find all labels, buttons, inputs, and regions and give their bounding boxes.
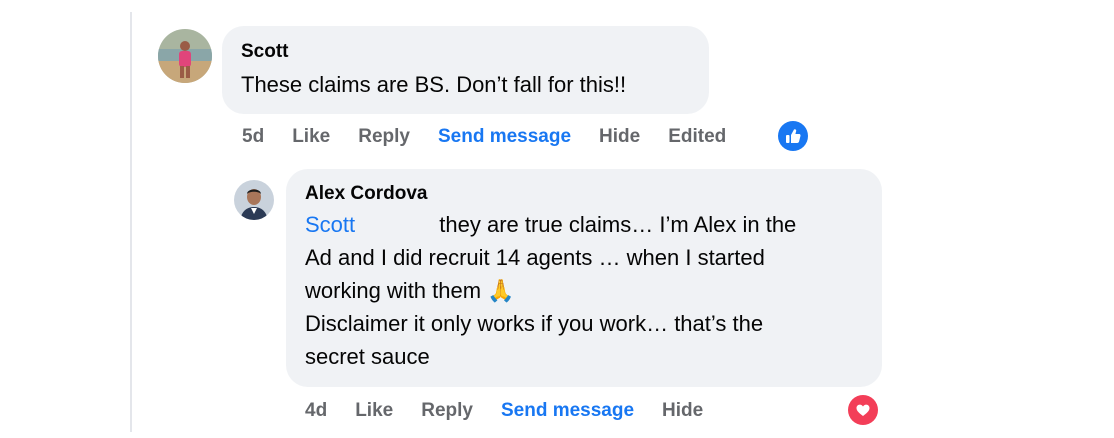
reply-button[interactable]: Reply bbox=[358, 126, 410, 148]
comment-time[interactable]: 5d bbox=[242, 126, 264, 148]
avatar[interactable] bbox=[234, 180, 274, 220]
reply-text: Scott they are true claims… I’m Alex in … bbox=[305, 208, 875, 373]
send-message-button[interactable]: Send message bbox=[501, 400, 634, 422]
comment-actions: 5d Like Reply Send message Hide Edited bbox=[242, 126, 754, 148]
reply-button[interactable]: Reply bbox=[421, 400, 473, 422]
like-thumb-icon[interactable] bbox=[778, 121, 808, 151]
love-heart-icon[interactable] bbox=[848, 395, 878, 425]
thread-line bbox=[130, 12, 132, 432]
reply-time[interactable]: 4d bbox=[305, 400, 327, 422]
avatar-photo bbox=[158, 29, 212, 83]
avatar[interactable] bbox=[158, 29, 212, 83]
reply-author[interactable]: Alex Cordova bbox=[305, 183, 427, 205]
mention-link[interactable]: Scott bbox=[305, 212, 355, 237]
comment-author[interactable]: Scott bbox=[241, 41, 289, 63]
reply-actions: 4d Like Reply Send message Hide bbox=[305, 400, 731, 422]
like-button[interactable]: Like bbox=[292, 126, 330, 148]
reply-line-text: they are true claims… I’m Alex in the bbox=[439, 212, 797, 237]
comment-text: These claims are BS. Don’t fall for this… bbox=[241, 72, 627, 97]
like-button[interactable]: Like bbox=[355, 400, 393, 422]
reply-line: Scott they are true claims… I’m Alex in … bbox=[305, 208, 875, 241]
edited-label[interactable]: Edited bbox=[668, 126, 726, 148]
hide-button[interactable]: Hide bbox=[599, 126, 640, 148]
reply-line: working with them 🙏 bbox=[305, 278, 515, 303]
avatar-photo bbox=[234, 180, 274, 220]
reply-line: Disclaimer it only works if you work… th… bbox=[305, 311, 764, 336]
hide-button[interactable]: Hide bbox=[662, 400, 703, 422]
reply-line: Ad and I did recruit 14 agents … when I … bbox=[305, 245, 765, 270]
send-message-button[interactable]: Send message bbox=[438, 126, 571, 148]
reply-line: secret sauce bbox=[305, 344, 430, 369]
